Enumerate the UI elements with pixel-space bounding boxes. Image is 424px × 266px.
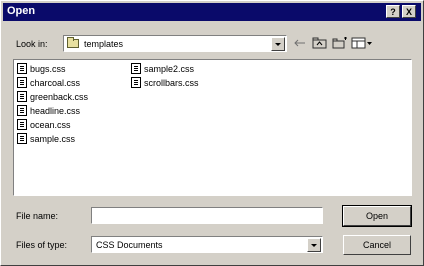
- look-in-value: templates: [84, 39, 124, 49]
- css-file-icon: [17, 77, 27, 88]
- new-folder-icon[interactable]: [332, 37, 348, 49]
- file-name-input[interactable]: [91, 207, 323, 224]
- cancel-button[interactable]: Cancel: [343, 235, 411, 255]
- folder-icon: [67, 37, 79, 48]
- file-name: headline.css: [30, 106, 81, 116]
- dialog-title: Open: [7, 5, 36, 17]
- open-button[interactable]: Open: [342, 205, 412, 227]
- chevron-down-icon[interactable]: [271, 37, 285, 51]
- css-file-icon: [131, 77, 141, 88]
- close-button[interactable]: X: [402, 5, 416, 18]
- file-name: scrollbars.css: [144, 78, 199, 88]
- chevron-down-icon[interactable]: [307, 238, 321, 252]
- file-name: greenback.css: [30, 92, 89, 102]
- css-file-icon: [131, 63, 141, 74]
- file-type-label: Files of type:: [16, 240, 68, 250]
- file-type-value: CSS Documents: [96, 240, 163, 250]
- file-list[interactable]: bugs.css charcoal.css greenback.css head…: [13, 59, 412, 196]
- file-name: sample.css: [30, 134, 76, 144]
- view-menu-icon[interactable]: [351, 37, 373, 49]
- file-name-label: File name:: [16, 211, 59, 221]
- css-file-icon: [17, 91, 27, 102]
- file-type-dropdown[interactable]: CSS Documents: [91, 236, 323, 253]
- file-name: ocean.css: [30, 120, 71, 130]
- help-button[interactable]: ?: [386, 5, 400, 18]
- title-bar[interactable]: Open ? X: [3, 3, 421, 21]
- look-in-label: Look in:: [16, 39, 48, 49]
- css-file-icon: [17, 133, 27, 144]
- file-name: bugs.css: [30, 64, 66, 74]
- file-name: charcoal.css: [30, 78, 81, 88]
- back-arrow-icon[interactable]: [293, 37, 307, 49]
- file-name: sample2.css: [144, 64, 195, 74]
- open-dialog: Open ? X Look in: templates bugs.css cha…: [0, 0, 424, 266]
- up-folder-icon[interactable]: [312, 37, 328, 49]
- css-file-icon: [17, 105, 27, 116]
- css-file-icon: [17, 119, 27, 130]
- css-file-icon: [17, 63, 27, 74]
- look-in-dropdown[interactable]: templates: [63, 35, 287, 52]
